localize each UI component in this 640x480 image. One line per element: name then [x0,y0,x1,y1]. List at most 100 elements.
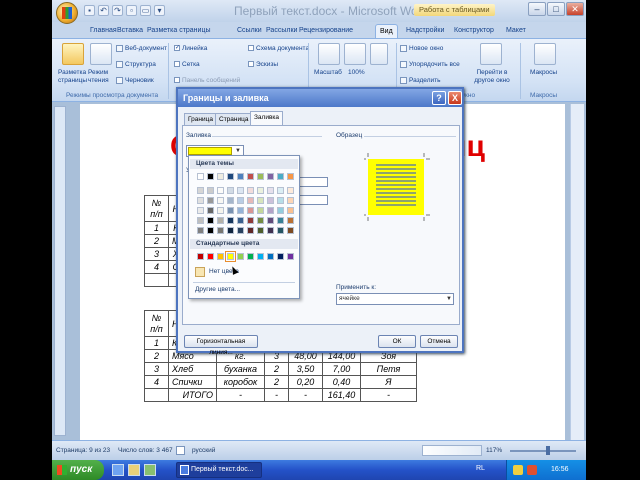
vertical-scrollbar[interactable] [570,104,584,440]
quick-access-customize-icon[interactable]: ▾ [154,5,165,16]
tray-icon[interactable] [527,465,537,475]
table-cell[interactable]: - [264,388,289,402]
redo-icon[interactable]: ↷ [112,5,123,16]
table-cell[interactable]: коробок [216,375,265,389]
theme-color-swatch[interactable] [287,207,294,214]
table-cell[interactable]: 3 [144,362,169,376]
web-layout-button[interactable]: Веб-документ [116,45,167,53]
table-cell[interactable]: ИТОГО [168,388,217,402]
theme-color-swatch[interactable] [217,197,224,204]
theme-color-swatch[interactable] [217,173,224,180]
theme-color-swatch[interactable] [257,227,264,234]
theme-color-swatch[interactable] [197,207,204,214]
theme-color-swatch[interactable] [207,173,214,180]
page-count[interactable]: Страница: 9 из 23 [56,447,110,454]
table-cell[interactable]: 1 [144,221,169,235]
quick-launch-icon[interactable] [128,464,140,476]
tab-layout[interactable]: Макет [502,24,530,38]
tab-view[interactable]: Вид [375,24,398,38]
standard-color-swatch[interactable] [197,253,204,260]
zoom-icon[interactable] [318,43,340,65]
theme-color-swatch[interactable] [287,197,294,204]
tab-addins[interactable]: Надстройки [402,24,448,38]
theme-color-swatch[interactable] [267,207,274,214]
macros-icon[interactable] [534,43,556,65]
split-button[interactable]: Разделить [400,77,440,85]
theme-color-swatch[interactable] [247,227,254,234]
table-cell[interactable]: 3 [144,247,169,261]
minimize-icon[interactable]: – [528,2,546,16]
switch-window-button[interactable]: Перейти в другое окно [470,69,514,85]
table-cell[interactable]: - [360,388,417,402]
theme-color-swatch[interactable] [257,173,264,180]
theme-color-swatch[interactable] [207,227,214,234]
theme-color-swatch[interactable] [277,207,284,214]
theme-color-swatch[interactable] [277,173,284,180]
draft-button[interactable]: Черновик [116,77,154,85]
quick-launch-icon[interactable] [112,464,124,476]
theme-color-swatch[interactable] [277,217,284,224]
table-cell[interactable]: 3,50 [288,362,323,376]
theme-color-swatch[interactable] [277,197,284,204]
close-window-icon[interactable]: ✕ [566,2,584,16]
print-layout-icon[interactable] [62,43,84,65]
outline-button[interactable]: Структура [116,61,156,69]
undo-icon[interactable]: ↶ [98,5,109,16]
arrange-all-button[interactable]: Упорядочить все [400,61,460,69]
hundred-percent-button[interactable]: 100% [348,69,365,77]
theme-color-swatch[interactable] [287,217,294,224]
standard-color-swatch[interactable] [277,253,284,260]
theme-color-swatch[interactable] [227,197,234,204]
theme-color-swatch[interactable] [247,207,254,214]
input-language-indicator[interactable]: RL [476,465,485,472]
theme-color-swatch[interactable] [247,217,254,224]
theme-color-swatch[interactable] [257,187,264,194]
theme-color-swatch[interactable] [277,227,284,234]
theme-color-swatch[interactable] [267,173,274,180]
help-button[interactable]: ? [432,91,446,105]
table-cell[interactable]: Спички [168,375,217,389]
standard-color-swatch[interactable] [247,253,254,260]
quick-launch-icon[interactable] [144,464,156,476]
theme-color-swatch[interactable] [197,173,204,180]
ruler-checkbox[interactable]: ✓ Линейка [174,45,207,53]
start-button[interactable]: пуск [52,460,104,480]
theme-color-swatch[interactable] [197,217,204,224]
table-cell[interactable]: 1 [144,336,169,350]
theme-color-swatch[interactable] [207,217,214,224]
grid-checkbox[interactable]: Сетка [174,61,200,69]
table-cell[interactable] [144,388,169,402]
zoom-level[interactable]: 117% [486,447,502,454]
theme-color-swatch[interactable] [217,207,224,214]
standard-color-swatch[interactable] [225,251,236,262]
standard-color-swatch[interactable] [207,253,214,260]
standard-color-swatch[interactable] [267,253,274,260]
theme-color-swatch[interactable] [197,187,204,194]
ok-button[interactable]: ОК [378,335,416,348]
standard-color-swatch[interactable] [257,253,264,260]
theme-color-swatch[interactable] [237,217,244,224]
view-buttons[interactable] [422,445,482,456]
doc-map-checkbox[interactable]: Схема документа [248,45,309,53]
theme-color-swatch[interactable] [257,217,264,224]
word-count[interactable]: Число слов: 3 467 [118,447,173,454]
theme-color-swatch[interactable] [247,187,254,194]
theme-color-swatch[interactable] [237,173,244,180]
macros-button[interactable]: Макросы [530,69,557,77]
tray-icon[interactable] [513,465,523,475]
office-button[interactable] [56,2,78,24]
proofing-icon[interactable] [176,446,185,455]
cancel-button[interactable]: Отмена [420,335,458,348]
table-cell[interactable]: Хлеб [168,362,217,376]
no-color-swatch[interactable] [195,267,205,277]
theme-color-swatch[interactable] [217,187,224,194]
table-cell[interactable]: - [288,388,323,402]
tab-insert[interactable]: Вставка [113,24,147,38]
theme-color-swatch[interactable] [267,187,274,194]
theme-color-swatch[interactable] [227,207,234,214]
table-cell[interactable] [144,273,169,287]
table-cell[interactable]: Петя [360,362,417,376]
zoom-slider[interactable] [510,450,576,452]
tab-page-border[interactable]: Страница [215,113,253,125]
standard-color-swatch[interactable] [287,253,294,260]
